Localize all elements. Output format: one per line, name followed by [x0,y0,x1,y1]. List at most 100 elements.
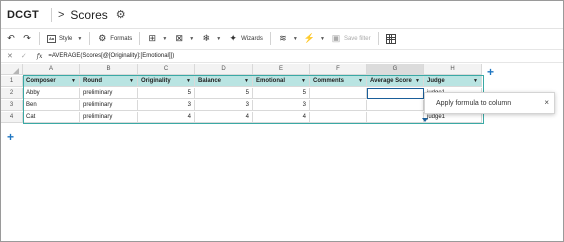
header-label: Composer [26,78,56,84]
save-filter-label: Save filter [343,35,371,42]
add-row-icon[interactable]: + [7,131,14,143]
chevron-down-icon: ▼ [216,35,222,42]
app-name[interactable]: DCGT [7,9,39,21]
table-cell[interactable]: 4 [253,112,310,123]
dropdown-icon[interactable]: ▼ [358,78,363,84]
cancel-formula-icon[interactable]: ✕ [7,52,13,60]
row-header-3[interactable]: 3 [1,100,23,111]
toolbar-divider [139,32,141,45]
table-cell[interactable]: preliminary [80,112,138,123]
dropdown-icon[interactable]: ▼ [473,78,478,84]
chevron-down-icon: ▼ [162,35,168,42]
row-header-2[interactable]: 2 [1,88,23,99]
toolbar-divider [89,32,91,45]
add-column-icon[interactable]: + [487,66,494,78]
toolbar-divider [39,32,40,45]
dropdown-icon[interactable]: ▼ [244,78,249,84]
insert-button[interactable]: ⊞ ▼ [147,32,168,46]
table-cell[interactable]: 3 [138,100,195,111]
function-icon[interactable]: fx [37,53,43,60]
table-cell[interactable]: Cat [23,112,80,123]
table-cell[interactable]: preliminary [80,88,138,99]
header-label: Balance [198,78,222,84]
column-header-row: A B C D E F G H [1,64,482,75]
delete-button[interactable]: ⊠ ▼ [174,32,194,46]
select-all-corner[interactable] [1,64,23,75]
dropdown-icon[interactable]: ▼ [186,78,191,84]
dropdown-icon[interactable]: ▼ [129,78,134,84]
fill-handle-icon[interactable] [422,118,428,122]
apply-formula-popup: Apply formula to column × [424,92,555,114]
table-cell[interactable]: Ben [23,100,80,111]
table-cell[interactable] [367,100,424,111]
row-header-1[interactable]: 1 [1,76,23,87]
dropdown-icon[interactable]: ▼ [301,78,306,84]
formats-label: Formats [110,35,133,42]
close-icon[interactable]: × [544,98,549,107]
table-grid-icon[interactable] [385,33,396,44]
filter-button[interactable]: ⚡ ▼ [304,32,325,46]
style-button[interactable]: Aa Style ▼ [47,34,82,43]
table-cell[interactable]: 3 [253,100,310,111]
table-header-cell[interactable]: Balance ▼ [195,76,253,87]
column-header-g[interactable]: G [367,64,424,75]
row-header-4[interactable]: 4 [1,112,23,123]
confirm-formula-icon[interactable]: ✓ [21,52,27,60]
breadcrumb-divider [50,7,52,22]
table-cell[interactable]: 5 [195,88,253,99]
dropdown-icon[interactable]: ▼ [415,78,420,84]
undo-icon[interactable]: ↶ [6,32,16,46]
table-header-cell[interactable]: Round ▼ [80,76,138,87]
toolbar-divider [377,32,379,45]
table-header-cell[interactable]: Emotional ▼ [253,76,310,87]
table-cell[interactable]: preliminary [80,100,138,111]
freeze-button[interactable]: ❄ ▼ [201,32,221,46]
gear-icon: ⚙ [98,33,107,43]
layers-button[interactable]: ≋ ▼ [278,32,298,46]
save-filter-button[interactable]: ▣ Save filter [331,32,371,46]
table-cell[interactable]: Abby [23,88,80,99]
column-header-b[interactable]: B [80,64,138,75]
header-label: Average Score [370,78,412,84]
table-cell[interactable]: 4 [195,112,253,123]
table-cell[interactable]: 3 [195,100,253,111]
insert-cells-icon: ⊞ [148,33,157,43]
table-cell[interactable] [367,112,424,123]
table-cell[interactable] [310,112,367,123]
header-label: Emotional [256,78,286,84]
formula-bar: ✕ ✓ fx =AVERAGE(Scores[@[Originality]:[E… [1,49,563,63]
title-bar: DCGT > Scores ⚙ [1,1,563,29]
wizards-button[interactable]: ✦ Wizards [228,32,262,46]
settings-icon[interactable]: ⚙ [116,8,126,21]
table-cell[interactable]: 5 [138,88,195,99]
table-row: 4 Cat preliminary 4 4 4 judge1 [1,112,482,123]
table-cell[interactable] [310,100,367,111]
table-cell[interactable] [310,88,367,99]
formula-input[interactable]: =AVERAGE(Scores[@[Originality]:[Emotiona… [48,53,174,59]
table-header-cell[interactable]: Originality ▼ [138,76,195,87]
document-title[interactable]: Scores [70,8,107,22]
column-header-e[interactable]: E [253,64,310,75]
column-header-a[interactable]: A [23,64,80,75]
formats-button[interactable]: ⚙ Formats [97,32,132,46]
table-header-cell[interactable]: Comments ▼ [310,76,367,87]
style-icon: Aa [47,34,56,43]
column-header-f[interactable]: F [310,64,367,75]
header-label: Originality [141,78,171,84]
chevron-down-icon: ▼ [320,35,325,42]
table-cell[interactable]: 4 [138,112,195,123]
apply-formula-to-column-button[interactable]: Apply formula to column [436,100,511,107]
delete-cells-icon: ⊠ [175,33,184,43]
column-header-c[interactable]: C [138,64,195,75]
redo-icon[interactable]: ↷ [22,32,32,46]
dropdown-icon[interactable]: ▼ [71,78,76,84]
table-header-cell[interactable]: Composer ▼ [23,76,80,87]
filter-lightning-icon: ⚡ [303,33,316,43]
column-header-h[interactable]: H [424,64,482,75]
column-header-d[interactable]: D [195,64,253,75]
table-row: 2 Abby preliminary 5 5 5 judge1 [1,88,482,99]
table-header-cell[interactable]: Average Score ▼ [367,76,424,87]
active-cell[interactable] [367,88,424,99]
table-header-cell[interactable]: Judge ▼ [424,76,482,87]
table-cell[interactable]: 5 [253,88,310,99]
